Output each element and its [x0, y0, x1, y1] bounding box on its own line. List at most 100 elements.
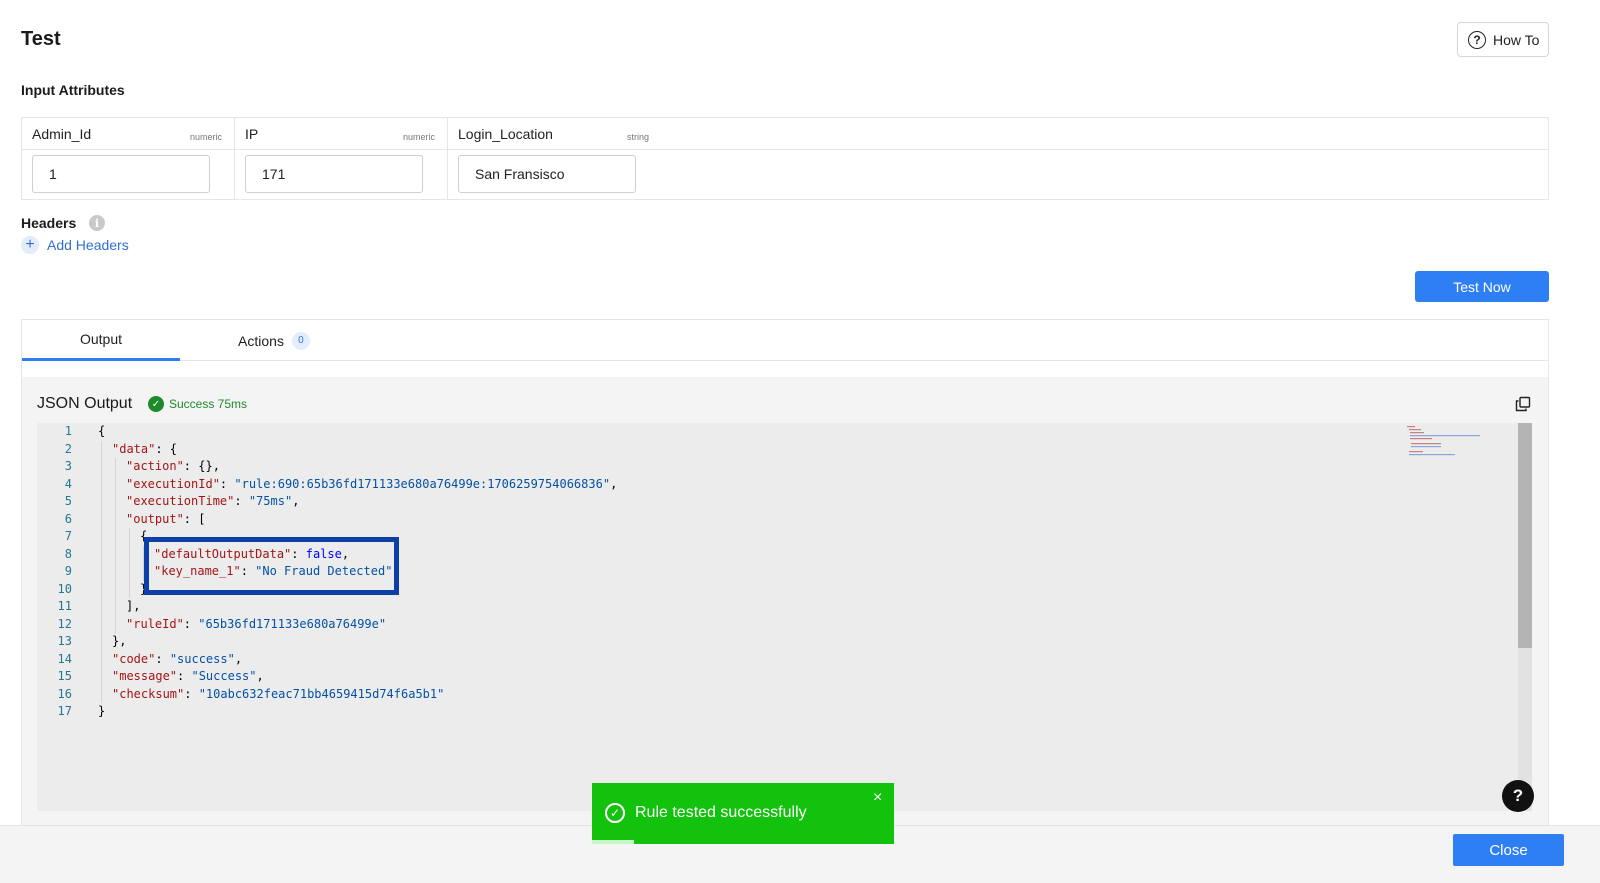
how-to-label: How To: [1493, 31, 1540, 48]
code-token: "65b36fd171133e680a76499e": [198, 616, 387, 631]
code-text: "action": {},: [126, 458, 220, 476]
tab-output[interactable]: Output: [22, 320, 180, 361]
indent-guide: [129, 545, 130, 563]
code-token: ,: [234, 651, 243, 666]
code-token: "executionTime": [126, 494, 235, 508]
indent-guide: [115, 563, 116, 581]
code-line: 15 "message": "Success",: [37, 668, 1437, 686]
code-token: "code": [112, 651, 156, 666]
line-number: 5: [64, 494, 72, 508]
line-number: 12: [57, 616, 72, 631]
expand-copy-icon[interactable]: [1515, 396, 1531, 412]
add-headers-label: Add Headers: [47, 237, 129, 253]
indent-guide: [101, 615, 102, 633]
json-output-title: JSON Output: [37, 395, 133, 412]
test-now-button[interactable]: Test Now: [1415, 271, 1549, 302]
code-token: "75ms": [248, 494, 293, 508]
status-text: Success 75ms: [169, 397, 248, 411]
attr-type: numeric: [403, 132, 436, 142]
line-number: 11: [57, 599, 72, 613]
line-number: 15: [57, 669, 72, 683]
code-token: },: [112, 634, 127, 648]
code-token: :: [219, 476, 235, 491]
code-token: ,: [256, 669, 264, 683]
tab-bar: Output Actions 0: [22, 320, 1548, 361]
check-circle-icon: ✓: [605, 803, 625, 823]
code-line: 4 "executionId": "rule:690:65b36fd171133e…: [37, 476, 1437, 494]
login-location-input[interactable]: San Fransisco: [458, 155, 636, 193]
indent-guide: [101, 545, 102, 563]
help-button[interactable]: ?: [1502, 780, 1534, 812]
check-circle-icon: ✓: [148, 396, 164, 412]
code-token: :: [177, 669, 192, 683]
highlight-annotation-box: [144, 537, 399, 595]
code-token: "executionId": [126, 476, 220, 491]
code-token: :: [183, 616, 199, 631]
editor-scrollbar-thumb[interactable]: [1518, 423, 1532, 648]
code-text: "executionId": "rule:690:65b36fd171133e6…: [126, 476, 617, 494]
question-circle-icon: ?: [1468, 30, 1486, 49]
close-button[interactable]: Close: [1453, 834, 1564, 866]
line-number: 3: [64, 459, 72, 473]
toast-progress-bar: [592, 840, 635, 844]
indent-guide: [101, 475, 102, 493]
json-code-editor[interactable]: 1{2 "data": {3 "action": {}, 4 "executionId"…: [37, 423, 1532, 811]
code-line: 13},: [37, 633, 1437, 651]
code-token: "action": [126, 459, 184, 473]
line-number: 6: [64, 511, 72, 526]
how-to-button[interactable]: ? How To: [1457, 22, 1549, 57]
info-icon[interactable]: i: [89, 215, 105, 231]
actions-count-badge: 0: [291, 331, 310, 350]
indent-guide: [101, 685, 102, 703]
indent-guide: [129, 528, 130, 546]
attr-type: numeric: [190, 132, 223, 142]
indent-guide: [101, 458, 102, 476]
ip-input[interactable]: 171: [245, 155, 423, 193]
line-number: 10: [57, 581, 72, 596]
admin-id-input[interactable]: 1: [32, 155, 210, 193]
indent-guide: [101, 563, 102, 581]
code-line: 17}: [37, 703, 1437, 721]
code-token: : {},: [183, 459, 220, 473]
input-attributes-table: Admin_Id numeric 1 IP numeric 171 Login_…: [21, 117, 1549, 200]
code-token: "Success": [191, 669, 257, 683]
add-headers-link[interactable]: + Add Headers: [21, 236, 129, 254]
indent-guide: [115, 545, 116, 563]
code-text: }: [98, 703, 105, 721]
indent-guide: [101, 633, 102, 651]
line-number: 7: [64, 529, 72, 543]
attr-name: Login_Location: [458, 126, 553, 142]
code-line: 5 "executionTime": "75ms",: [37, 493, 1437, 511]
code-token: ,: [292, 494, 300, 508]
code-line: 11],: [37, 598, 1437, 616]
code-token: "checksum": [112, 686, 185, 701]
indent-guide: [115, 598, 116, 616]
indent-guide: [101, 440, 102, 458]
code-minimap[interactable]: [1405, 425, 1485, 460]
line-number: 14: [57, 651, 72, 666]
indent-guide: [101, 668, 102, 686]
code-token: {: [98, 424, 106, 438]
headers-title: Headers: [21, 215, 77, 231]
status-badge: ✓ Success 75ms: [148, 396, 247, 412]
success-toast: ✓ Rule tested successfully ×: [592, 783, 894, 844]
code-text: "data": {: [112, 441, 177, 459]
indent-guide: [101, 493, 102, 511]
code-line: 12 "ruleId": "65b36fd171133e680a76499e": [37, 616, 1437, 634]
indent-guide: [129, 580, 130, 598]
code-text: "output": [: [126, 511, 205, 529]
indent-guide: [115, 475, 116, 493]
indent-guide: [101, 650, 102, 668]
code-line: 1{: [37, 423, 1437, 441]
tab-actions[interactable]: Actions 0: [180, 320, 368, 361]
attr-type: string: [627, 132, 650, 142]
close-icon[interactable]: ×: [873, 789, 882, 807]
code-token: "message": [112, 669, 178, 683]
tab-output-label: Output: [79, 331, 123, 347]
indent-guide: [115, 528, 116, 546]
attr-column-login-location: Login_Location string San Fransisco: [448, 118, 1548, 199]
indent-guide: [115, 493, 116, 511]
code-token: "rule:690:65b36fd171133e680a76499e:17062…: [234, 476, 611, 491]
attr-name: Admin_Id: [32, 126, 92, 142]
line-number: 4: [64, 476, 72, 491]
